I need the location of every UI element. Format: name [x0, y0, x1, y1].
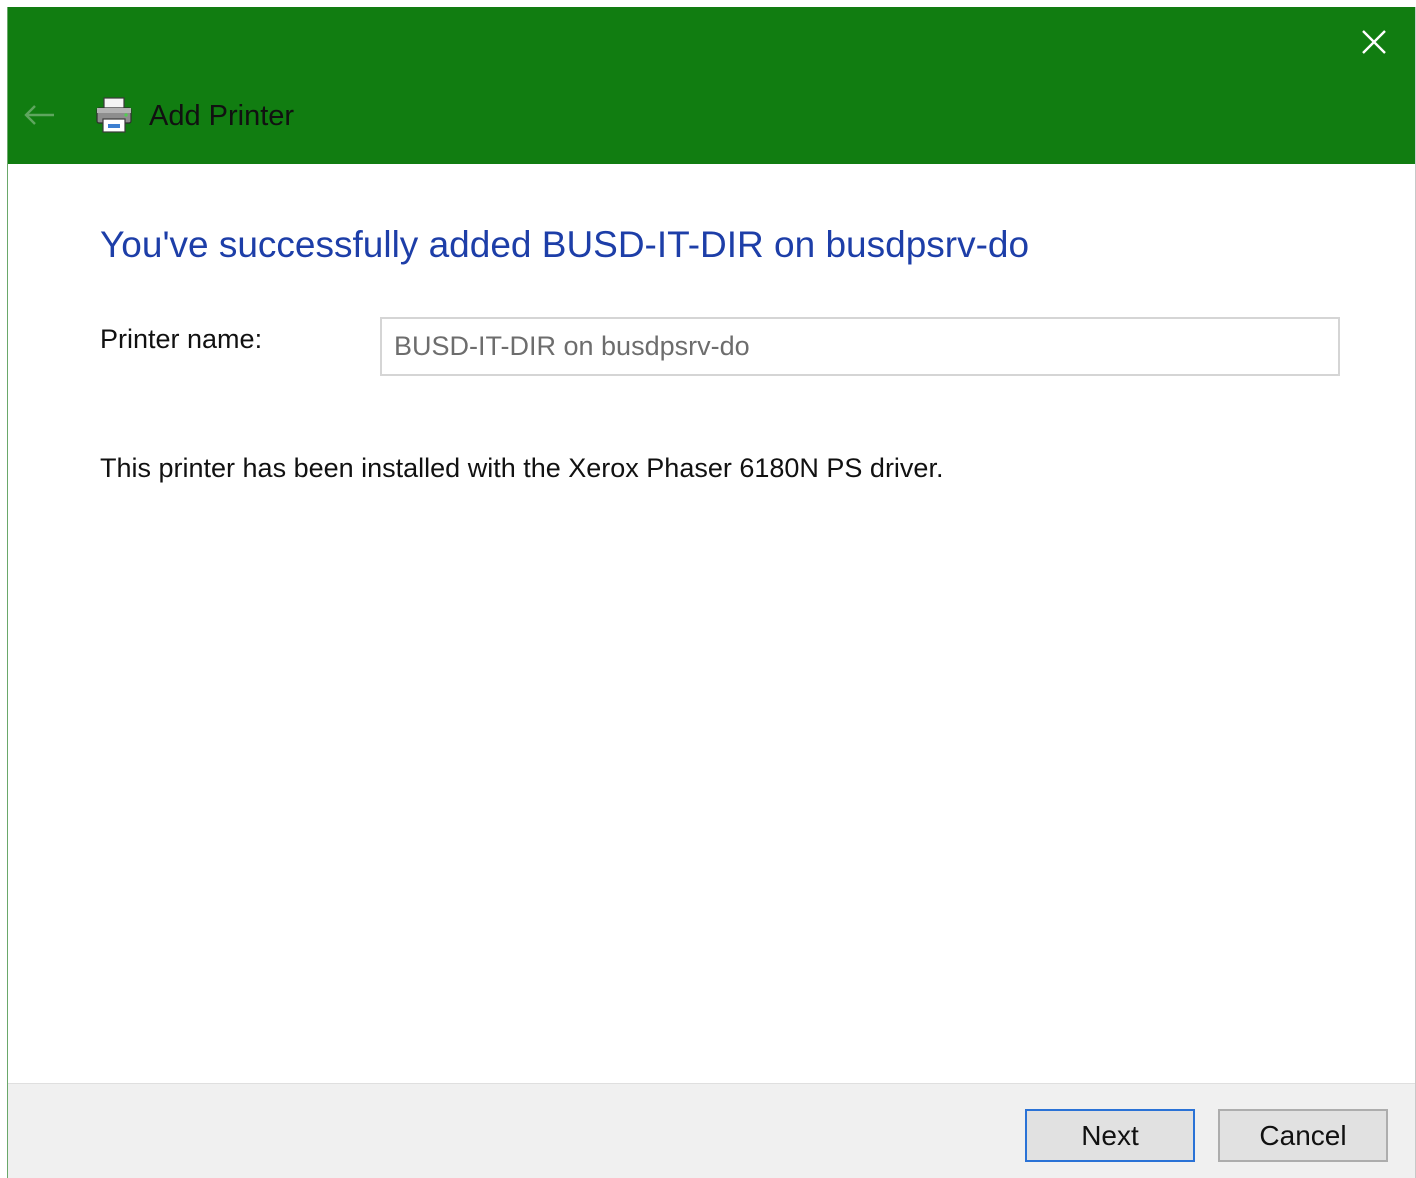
footer-bar: Next Cancel	[8, 1083, 1415, 1178]
window-title: Add Printer	[149, 100, 295, 132]
cancel-button[interactable]: Cancel	[1218, 1109, 1388, 1162]
back-arrow-icon	[24, 105, 54, 125]
printer-name-label: Printer name:	[100, 324, 263, 354]
next-button[interactable]: Next	[1025, 1109, 1195, 1162]
printer-name-input[interactable]	[380, 317, 1340, 376]
success-heading: You've successfully added BUSD-IT-DIR on…	[100, 224, 1030, 265]
add-printer-window: Add Printer You've successfully added BU…	[7, 7, 1416, 1178]
close-button[interactable]	[1351, 19, 1397, 65]
back-button[interactable]	[22, 97, 58, 133]
printer-icon	[96, 97, 132, 133]
title-bar: Add Printer	[8, 7, 1415, 164]
driver-info-text: This printer has been installed with the…	[100, 453, 944, 483]
close-icon	[1362, 30, 1386, 54]
